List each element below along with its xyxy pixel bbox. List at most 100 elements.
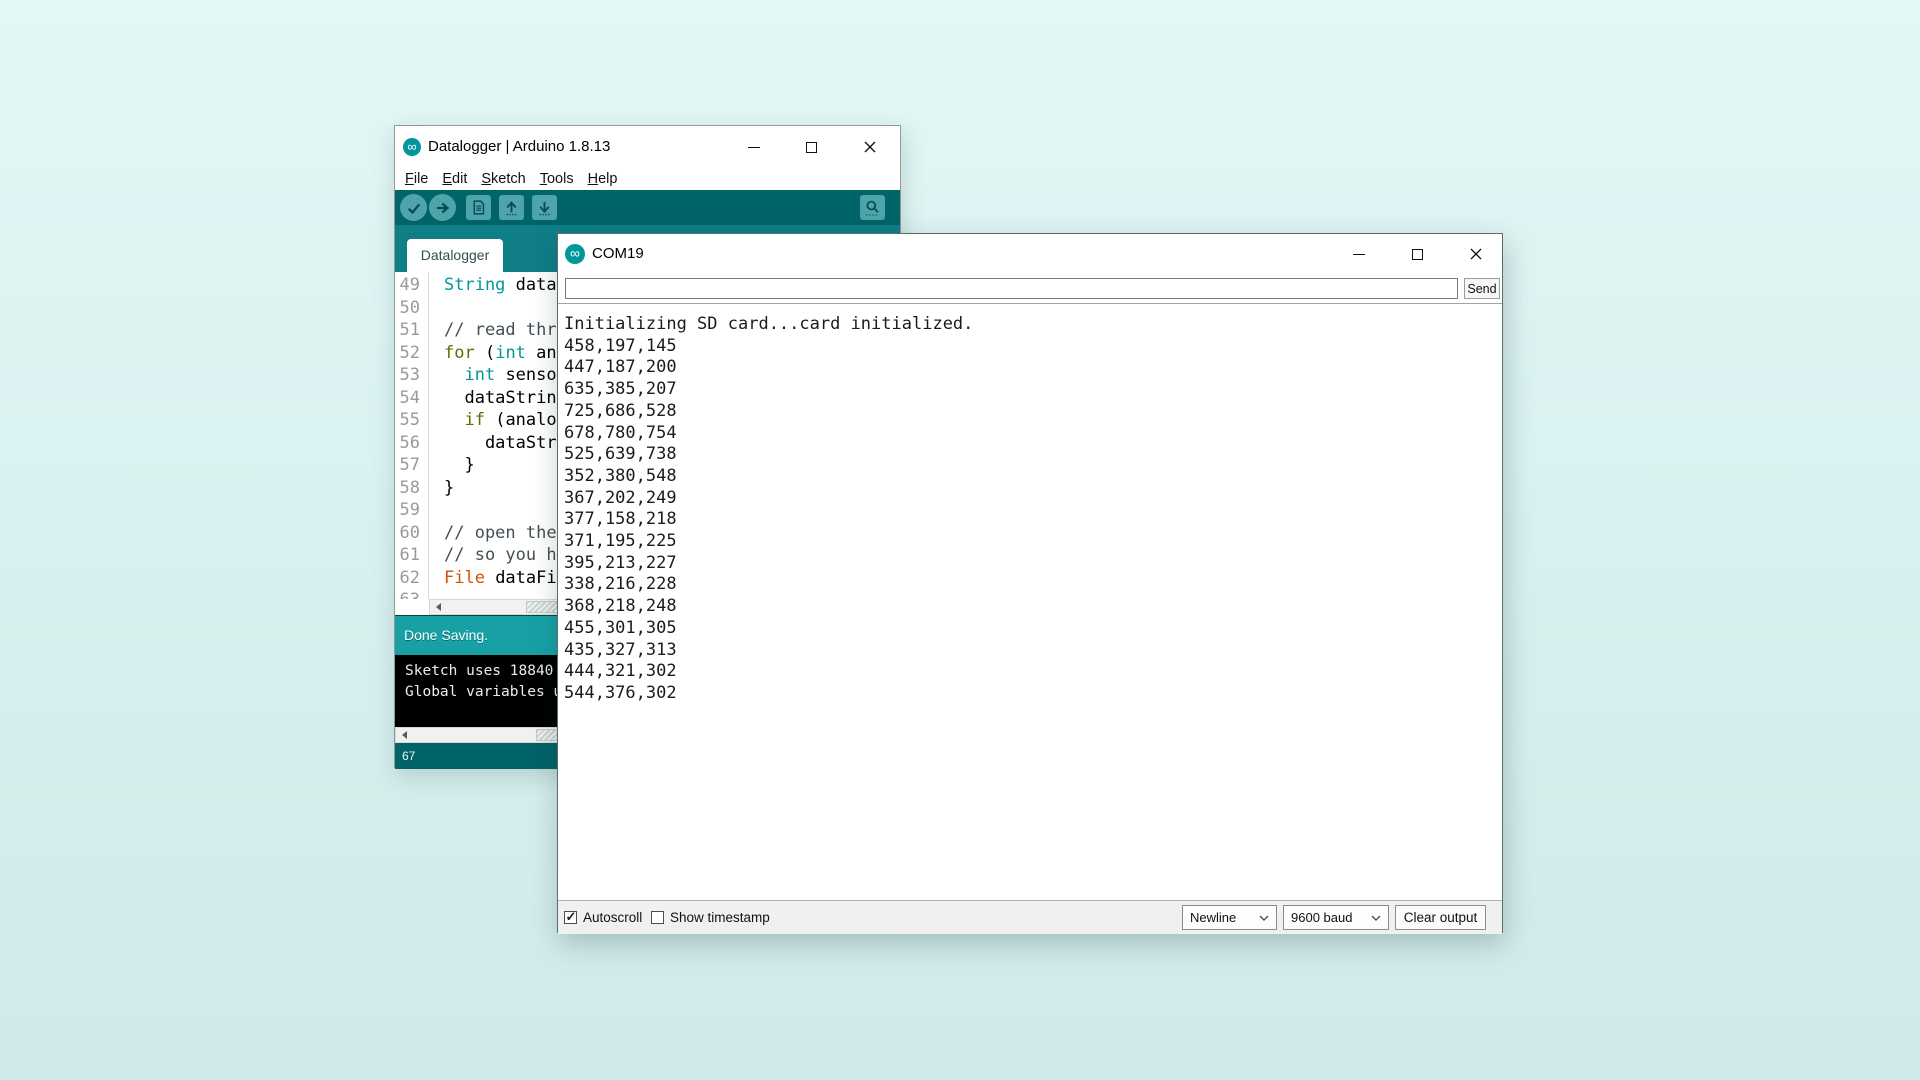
serial-input-row: Send: [558, 274, 1502, 303]
ide-minimize-button[interactable]: [740, 133, 768, 161]
arrow-right-icon: [434, 199, 452, 217]
menu-item-sketch[interactable]: Sketch: [474, 171, 532, 187]
line-number: 55: [395, 409, 429, 432]
line-number: 52: [395, 342, 429, 365]
line-number: 49: [395, 274, 429, 297]
serial-line: 447,187,200: [564, 357, 1502, 379]
serial-line: 444,321,302: [564, 661, 1502, 683]
code-text: [429, 499, 444, 522]
verify-button[interactable]: [400, 194, 427, 221]
serial-monitor-button[interactable]: [860, 195, 885, 220]
serial-input-field[interactable]: [565, 278, 1458, 299]
current-line-indicator: 67: [402, 743, 415, 769]
serial-line: 377,158,218: [564, 509, 1502, 531]
baud-rate-value: 9600 baud: [1291, 906, 1352, 929]
close-icon: [1470, 248, 1482, 260]
line-number: 60: [395, 522, 429, 545]
line-number: 59: [395, 499, 429, 522]
check-icon: [405, 199, 423, 217]
serial-output[interactable]: Initializing SD card...card initialized.…: [558, 303, 1502, 900]
ide-titlebar[interactable]: ∞ Datalogger | Arduino 1.8.13: [395, 126, 900, 168]
open-sketch-button[interactable]: [499, 195, 524, 220]
serial-close-button[interactable]: [1461, 239, 1491, 269]
menu-item-help[interactable]: Help: [581, 171, 625, 187]
serial-line: 458,197,145: [564, 336, 1502, 358]
baud-rate-dropdown[interactable]: 9600 baud: [1283, 905, 1389, 930]
scroll-left-button[interactable]: [430, 600, 446, 614]
line-number: 51: [395, 319, 429, 342]
code-text: [429, 589, 444, 599]
code-text: }: [429, 454, 475, 477]
autoscroll-label: Autoscroll: [583, 901, 642, 935]
serial-titlebar[interactable]: ∞ COM19: [558, 234, 1502, 274]
serial-line: 367,202,249: [564, 488, 1502, 510]
scroll-left-button[interactable]: [396, 728, 412, 742]
upload-button[interactable]: [429, 194, 456, 221]
serial-bottom-bar: Autoscroll Show timestamp Newline 9600 b…: [558, 900, 1502, 934]
serial-line: 368,218,248: [564, 596, 1502, 618]
serial-window-title: COM19: [592, 234, 644, 274]
serial-line: 678,780,754: [564, 423, 1502, 445]
ide-toolbar: [395, 190, 900, 225]
clear-output-button[interactable]: Clear output: [1395, 905, 1486, 930]
send-button[interactable]: Send: [1464, 278, 1500, 299]
line-number: 53: [395, 364, 429, 387]
chevron-left-icon: [436, 603, 441, 611]
document-icon: [470, 199, 487, 216]
arduino-logo-icon: ∞: [403, 138, 421, 156]
serial-line: 725,686,528: [564, 401, 1502, 423]
chevron-left-icon: [402, 731, 407, 739]
serial-maximize-button[interactable]: [1402, 239, 1432, 269]
save-sketch-button[interactable]: [532, 195, 557, 220]
menu-item-tools[interactable]: Tools: [533, 171, 581, 187]
arrow-down-icon: [536, 199, 553, 216]
line-number: 62: [395, 567, 429, 590]
serial-line: Initializing SD card...card initialized.: [564, 314, 1502, 336]
arduino-logo-icon: ∞: [565, 244, 585, 264]
maximize-icon: [806, 142, 817, 153]
serial-line: 352,380,548: [564, 466, 1502, 488]
menu-item-file[interactable]: File: [398, 171, 435, 187]
serial-line: 371,195,225: [564, 531, 1502, 553]
serial-line: 544,376,302: [564, 683, 1502, 705]
serial-minimize-button[interactable]: [1344, 239, 1374, 269]
close-icon: [864, 141, 876, 153]
serial-line: 338,216,228: [564, 574, 1502, 596]
chevron-down-icon: [1259, 915, 1269, 921]
code-text: dataStrin: [429, 432, 577, 455]
line-number: 57: [395, 454, 429, 477]
tab-datalogger[interactable]: Datalogger: [407, 239, 503, 272]
minimize-icon: [748, 147, 760, 148]
show-timestamp-label: Show timestamp: [670, 901, 770, 935]
serial-monitor-window: ∞ COM19 Send Initializing SD card...card…: [557, 233, 1503, 933]
code-text: }: [429, 477, 454, 500]
line-ending-dropdown[interactable]: Newline: [1182, 905, 1277, 930]
magnifier-icon: [863, 198, 882, 217]
code-text: [429, 297, 444, 320]
serial-line: 525,639,738: [564, 444, 1502, 466]
ide-maximize-button[interactable]: [797, 133, 825, 161]
arrow-up-icon: [503, 199, 520, 216]
line-number: 61: [395, 544, 429, 567]
serial-line: 395,213,227: [564, 553, 1502, 575]
new-sketch-button[interactable]: [466, 195, 491, 220]
minimize-icon: [1353, 254, 1365, 255]
status-message: Done Saving.: [404, 616, 488, 655]
serial-line: 455,301,305: [564, 618, 1502, 640]
ide-close-button[interactable]: [856, 133, 884, 161]
menu-item-edit[interactable]: Edit: [435, 171, 474, 187]
line-number: 63: [395, 589, 429, 599]
show-timestamp-checkbox[interactable]: [651, 911, 664, 924]
line-number: 56: [395, 432, 429, 455]
console-line-1: Sketch uses 18840 by: [405, 663, 580, 679]
line-number: 54: [395, 387, 429, 410]
menu-bar: FileEditSketchToolsHelp: [395, 168, 900, 190]
chevron-down-icon: [1371, 915, 1381, 921]
serial-line: 435,327,313: [564, 640, 1502, 662]
line-number: 50: [395, 297, 429, 320]
console-line-2: Global variables use: [405, 684, 580, 700]
serial-line: 635,385,207: [564, 379, 1502, 401]
autoscroll-checkbox[interactable]: [564, 911, 577, 924]
line-number: 58: [395, 477, 429, 500]
ide-window-title: Datalogger | Arduino 1.8.13: [428, 126, 610, 168]
